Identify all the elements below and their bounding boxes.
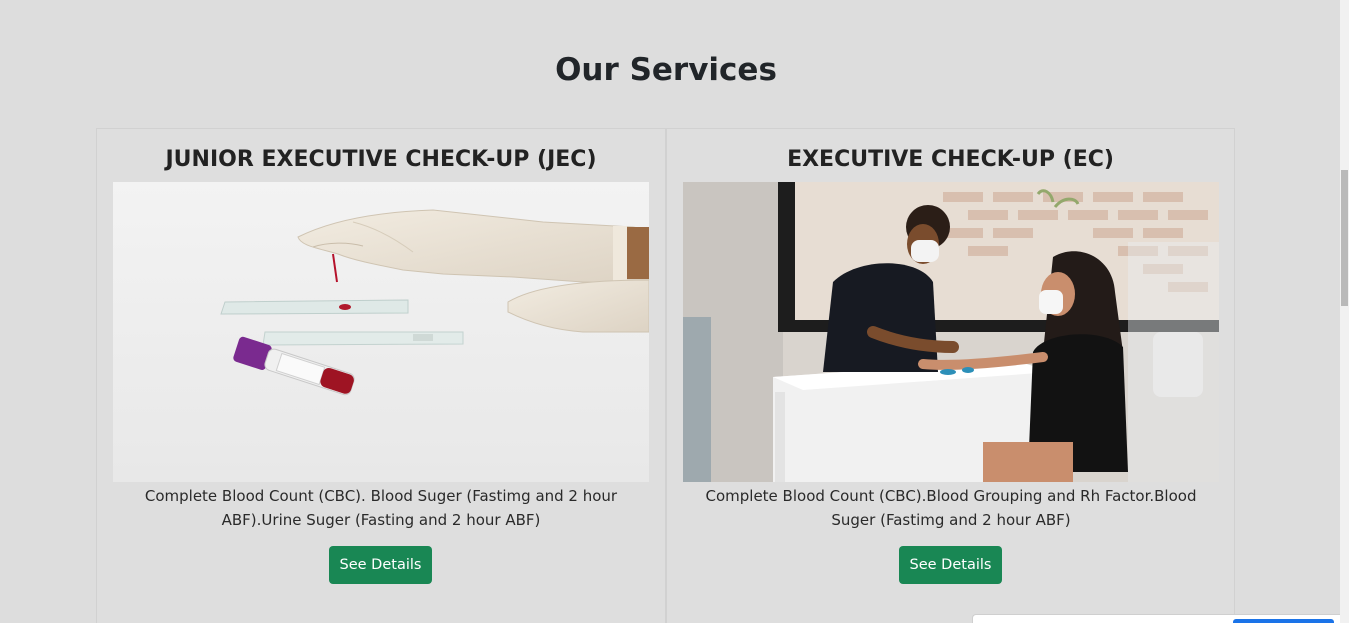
card-description: Complete Blood Count (CBC). Blood Suger … [144, 487, 618, 529]
section-title: Our Services [555, 52, 777, 88]
card-image-blood-draw [683, 182, 1219, 482]
see-details-button[interactable]: See Details [899, 546, 1002, 584]
see-details-button[interactable]: See Details [329, 546, 432, 584]
blood-sample-illustration [113, 182, 649, 482]
page: Our Services JUNIOR EXECUTIVE CHECK-UP (… [0, 0, 1340, 623]
services-card-row: JUNIOR EXECUTIVE CHECK-UP (JEC) Complete… [96, 128, 1235, 623]
service-card-ec: EXECUTIVE CHECK-UP (EC) Complete Blood C… [666, 128, 1235, 623]
blood-draw-illustration [683, 182, 1219, 482]
card-title: EXECUTIVE CHECK-UP (EC) [787, 147, 1114, 172]
vertical-scrollbar[interactable] [1340, 0, 1349, 623]
scrollbar-thumb[interactable] [1341, 170, 1348, 306]
card-title: JUNIOR EXECUTIVE CHECK-UP (JEC) [165, 147, 597, 172]
card-description: Complete Blood Count (CBC).Blood Groupin… [705, 487, 1197, 529]
card-image-blood-sample [113, 182, 649, 482]
service-card-jec: JUNIOR EXECUTIVE CHECK-UP (JEC) Complete… [96, 128, 666, 623]
popup-button-edge[interactable] [1233, 619, 1334, 623]
